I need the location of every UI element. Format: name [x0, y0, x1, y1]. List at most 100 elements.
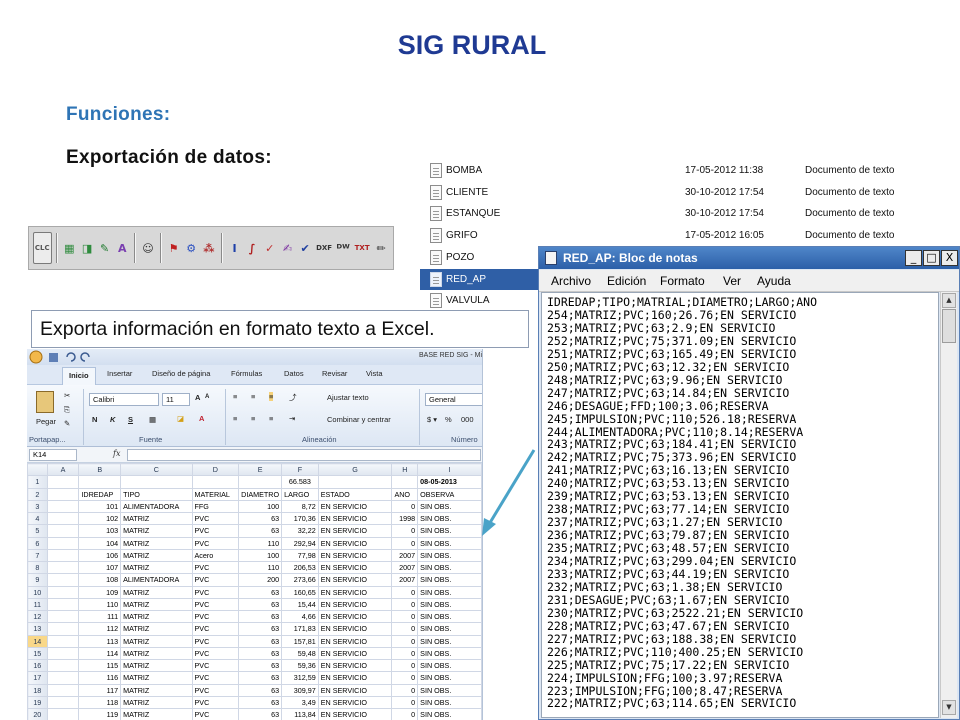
cell[interactable]: 206,53 — [281, 560, 319, 575]
cell[interactable]: 4,66 — [281, 609, 319, 624]
cell[interactable] — [46, 475, 80, 489]
cell[interactable] — [46, 671, 80, 685]
row-header[interactable]: 16 — [27, 658, 48, 673]
cell[interactable]: 115 — [78, 658, 122, 673]
cell[interactable]: EN SERVICIO — [317, 683, 393, 697]
check-icon[interactable]: ✓ — [262, 235, 278, 261]
cell[interactable]: SIN OBS. — [417, 622, 482, 636]
cell[interactable]: PVC — [191, 524, 240, 538]
dwg-icon[interactable]: ᴰᵂ — [335, 235, 351, 261]
cell[interactable] — [46, 499, 80, 514]
cut-icon[interactable]: ✂ — [64, 391, 70, 400]
cell[interactable]: FFG — [191, 499, 240, 514]
scroll-up-icon[interactable]: ▲ — [942, 293, 956, 308]
close-button[interactable]: X — [941, 250, 958, 266]
row-header[interactable]: 20 — [27, 707, 48, 720]
cell[interactable]: 1998 — [391, 511, 419, 526]
cell[interactable]: EN SERVICIO — [317, 671, 393, 685]
tab-formulas[interactable]: Fórmulas — [231, 369, 262, 378]
cell[interactable]: MATRIZ — [120, 671, 193, 685]
row-header[interactable]: 18 — [27, 683, 48, 697]
cell[interactable]: SIN OBS. — [417, 695, 482, 710]
cell[interactable]: MATRIZ — [120, 585, 193, 599]
cell[interactable]: 114 — [78, 646, 122, 661]
brush-icon[interactable]: ∫ — [244, 235, 260, 261]
cell[interactable]: EN SERVICIO — [317, 524, 393, 538]
cell[interactable]: SIN OBS. — [417, 634, 482, 648]
cell[interactable]: SIN OBS. — [417, 585, 482, 599]
cell[interactable]: 0 — [391, 671, 419, 685]
minimize-button[interactable]: _ — [905, 250, 922, 266]
row-header[interactable]: 19 — [27, 695, 48, 710]
formula-input[interactable] — [127, 449, 481, 461]
cell[interactable]: PVC — [191, 622, 240, 636]
cell[interactable]: MATRIZ — [120, 707, 193, 720]
cell[interactable]: EN SERVICIO — [317, 695, 393, 710]
orientation-icon[interactable]: ⤴ — [289, 392, 297, 403]
maximize-button[interactable]: □ — [923, 250, 940, 266]
row-header[interactable]: 1 — [27, 475, 48, 489]
tab-revisar[interactable]: Revisar — [322, 369, 347, 378]
cell[interactable]: EN SERVICIO — [317, 585, 393, 599]
cell[interactable]: SIN OBS. — [417, 560, 482, 575]
row-header[interactable]: 17 — [27, 671, 48, 685]
row-header[interactable]: 9 — [27, 573, 48, 587]
cell[interactable]: 8,72 — [281, 499, 319, 514]
cell[interactable]: MATRIZ — [120, 536, 193, 550]
cell[interactable]: PVC — [191, 658, 240, 673]
cell[interactable]: 118 — [78, 695, 122, 710]
cell[interactable]: MATRIZ — [120, 597, 193, 612]
cell[interactable]: PVC — [191, 671, 240, 685]
menu-ayuda[interactable]: Ayuda — [757, 274, 791, 288]
cell[interactable]: 116 — [78, 671, 122, 685]
cell[interactable]: 2007 — [391, 560, 419, 575]
cell[interactable]: SIN OBS. — [417, 548, 482, 563]
row-header[interactable]: 10 — [27, 585, 48, 599]
cell[interactable]: 63 — [238, 585, 283, 599]
cell[interactable]: 0 — [391, 536, 419, 550]
cell[interactable]: SIN OBS. — [417, 511, 482, 526]
row-header[interactable]: 12 — [27, 609, 48, 624]
cell[interactable]: 63 — [238, 511, 283, 526]
tab-datos[interactable]: Datos — [284, 369, 304, 378]
route-icon[interactable]: ⚑ — [166, 235, 182, 261]
currency-icon[interactable]: $ ▾ — [427, 415, 437, 424]
align-top-icon[interactable]: ≡ — [233, 392, 237, 401]
cell[interactable]: PVC — [191, 511, 240, 526]
cell[interactable]: EN SERVICIO — [317, 707, 393, 720]
cell[interactable]: PVC — [191, 560, 240, 575]
cell[interactable]: EN SERVICIO — [317, 560, 393, 575]
row-header[interactable]: 14 — [27, 634, 48, 648]
cell[interactable]: 101 — [78, 499, 122, 514]
cell[interactable]: ESTADO — [317, 487, 393, 501]
format-painter-icon[interactable]: ✎ — [64, 419, 70, 428]
cell[interactable] — [46, 560, 80, 575]
cell[interactable]: EN SERVICIO — [317, 536, 393, 550]
cell[interactable] — [46, 695, 80, 710]
cell[interactable]: EN SERVICIO — [317, 634, 393, 648]
cell[interactable]: 0 — [391, 683, 419, 697]
cell[interactable]: 309,97 — [281, 683, 319, 697]
cell[interactable] — [391, 475, 419, 489]
cell[interactable]: ANO — [391, 487, 419, 501]
row-header[interactable]: 7 — [27, 548, 48, 563]
cell[interactable]: EN SERVICIO — [317, 573, 393, 587]
cell[interactable]: 0 — [391, 658, 419, 673]
cell[interactable] — [46, 536, 80, 550]
cell[interactable]: 104 — [78, 536, 122, 550]
comma-icon[interactable]: 000 — [461, 415, 474, 424]
cell[interactable]: PVC — [191, 609, 240, 624]
tab-diseno[interactable]: Diseño de página — [152, 369, 210, 378]
cell[interactable]: MATRIZ — [120, 646, 193, 661]
cell[interactable]: 107 — [78, 560, 122, 575]
fill-color-icon[interactable]: ◪ — [177, 414, 184, 423]
cell[interactable]: 112 — [78, 622, 122, 636]
cell[interactable]: 0 — [391, 695, 419, 710]
align-middle-icon[interactable]: ≡ — [251, 392, 255, 401]
cell[interactable]: DIAMETRO — [238, 487, 283, 501]
cell[interactable]: 106 — [78, 548, 122, 563]
cell[interactable]: MATRIZ — [120, 548, 193, 563]
cell[interactable] — [46, 646, 80, 661]
fx-icon[interactable]: fx — [113, 449, 120, 458]
cell[interactable]: 273,66 — [281, 573, 319, 587]
